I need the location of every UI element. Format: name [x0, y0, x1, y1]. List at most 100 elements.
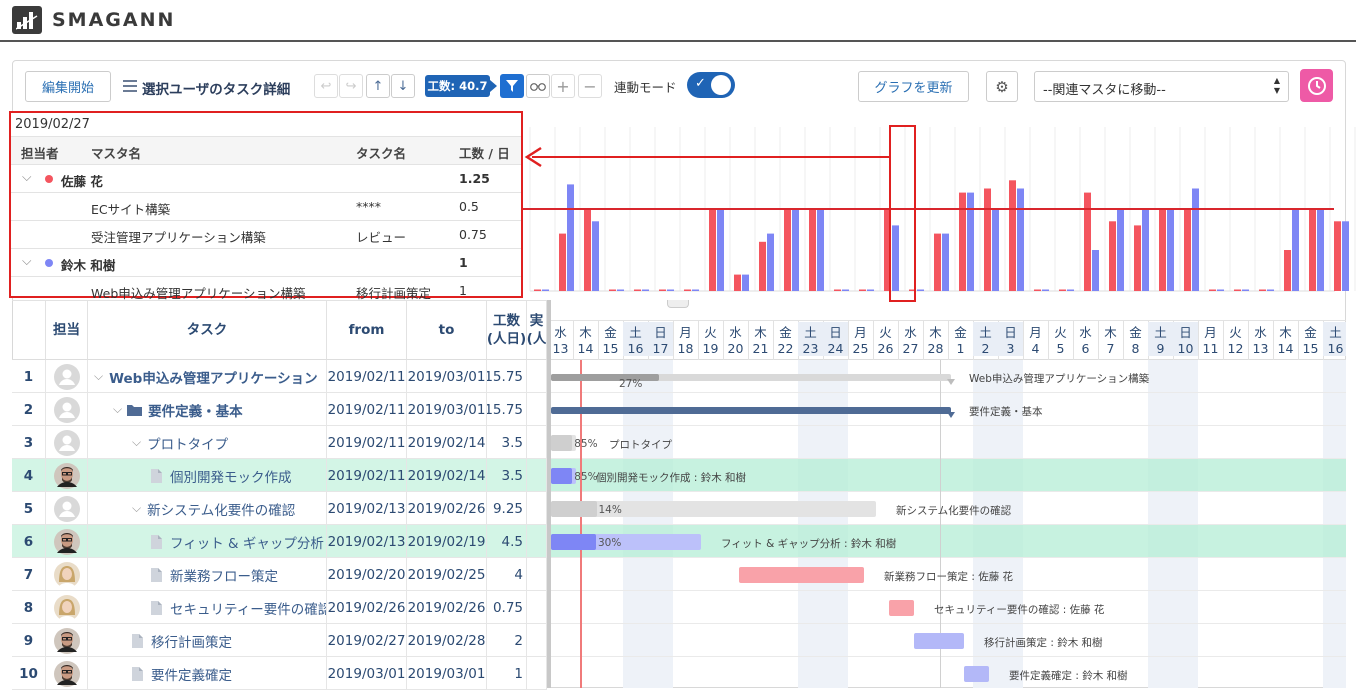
avatar	[46, 360, 88, 393]
day-label: 6	[1081, 341, 1090, 356]
gantt-bar[interactable]	[551, 468, 576, 484]
to-date: 2019/03/01	[407, 657, 487, 690]
weekday-label: 日	[823, 322, 848, 341]
chart-bar	[917, 289, 924, 291]
effort-value: 4.5	[487, 525, 527, 558]
popup-master-name: 受注管理アプリケーション構築	[91, 230, 266, 245]
chart-bar	[942, 233, 949, 291]
avatar	[46, 492, 88, 525]
chart-bar	[1067, 289, 1074, 291]
task-name[interactable]: 新業務フロー策定	[170, 565, 278, 585]
day-label: 26	[877, 341, 894, 356]
chart-bar	[934, 233, 941, 291]
gantt-bar-label: フィット & ギャップ分析 : 鈴木 和樹	[721, 538, 897, 550]
chart-bar	[584, 209, 591, 291]
gantt-bar[interactable]	[551, 407, 951, 414]
grid-header-task: タスク	[88, 300, 327, 360]
from-date: 2019/02/27	[327, 624, 407, 657]
chart-bar	[984, 188, 991, 291]
table-row[interactable]: 6 フィット & ギャップ分析 2019/02/13 2019/02/19 4.5	[12, 525, 547, 558]
gantt-bar[interactable]	[914, 633, 964, 649]
table-row[interactable]: 3 ⌵ プロトタイプ 2019/02/11 2019/02/14 3.5	[12, 426, 547, 459]
table-row[interactable]: 5 ⌵ 新システム化要件の確認 2019/02/13 2019/02/26 9.25	[12, 492, 547, 525]
day-label: 24	[823, 341, 848, 356]
collapse-chart-icon[interactable]: ^	[667, 300, 689, 308]
weekday-label: 土	[1148, 322, 1173, 341]
chevron-down-icon[interactable]: ⌵	[113, 402, 122, 417]
task-name[interactable]: Web申込み管理アプリケーション	[109, 367, 317, 387]
weekday-label: 土	[623, 322, 648, 341]
day-label: 3	[998, 341, 1023, 356]
chart-bar	[1242, 289, 1249, 291]
day-label: 12	[1227, 341, 1244, 356]
table-row[interactable]: 7 新業務フロー策定 2019/02/20 2019/02/25 4	[12, 558, 547, 591]
popup-task-name: レビュー	[356, 230, 407, 245]
chart-bar	[1234, 289, 1241, 291]
gantt-progress	[551, 534, 596, 550]
table-row[interactable]: 4 個別開発モック作成 2019/02/11 2019/02/14 3.5	[12, 459, 547, 492]
weekday-label: 土	[973, 322, 998, 341]
row-number: 5	[12, 492, 46, 525]
chart-bar	[792, 209, 799, 291]
to-date: 2019/02/26	[407, 492, 487, 525]
chart-bar	[759, 241, 766, 291]
weekday-label: 日	[1173, 322, 1198, 341]
table-row[interactable]: 10 要件定義確定 2019/03/01 2019/03/01 1	[12, 657, 547, 690]
chart-bar	[767, 233, 774, 291]
task-name[interactable]: 個別開発モック作成	[170, 466, 292, 486]
effort-value: 4	[487, 558, 527, 591]
weekday-label: 木	[754, 325, 767, 340]
actual-value	[527, 360, 547, 393]
popup-user-name: 佐藤 花	[61, 174, 103, 189]
gantt-bar[interactable]	[739, 567, 864, 583]
chart-bar	[1259, 289, 1266, 291]
task-cell: ⌵ Web申込み管理アプリケーション	[88, 360, 327, 393]
avatar	[46, 558, 88, 591]
weekday-label: 月	[1029, 325, 1042, 340]
chart-bar	[1009, 180, 1016, 291]
chart-bar	[634, 289, 641, 291]
chart-bar	[1284, 250, 1291, 291]
table-row[interactable]: 9 移行計画策定 2019/02/27 2019/02/28 2	[12, 624, 547, 657]
default-avatar-icon	[53, 429, 80, 456]
gantt-progress	[551, 435, 573, 451]
day-label: 25	[852, 341, 869, 356]
task-name[interactable]: プロトタイプ	[147, 433, 228, 453]
document-icon	[151, 567, 162, 582]
effort-value: 9.25	[487, 492, 527, 525]
popup-value: 1	[459, 283, 467, 298]
to-date: 2019/02/26	[407, 591, 487, 624]
weekday-label: 日	[998, 322, 1023, 341]
gantt-bar-label: 新業務フロー策定 : 佐藤 花	[884, 571, 1014, 583]
task-name[interactable]: フィット & ギャップ分析	[170, 532, 324, 552]
table-row[interactable]: 8 セキュリティー要件の確認 2019/02/26 2019/02/26 0.75	[12, 591, 547, 624]
row-divider	[551, 392, 1346, 393]
gantt-bar[interactable]	[551, 374, 951, 381]
chart-bar	[1317, 209, 1324, 291]
effort-value: 3.5	[487, 459, 527, 492]
chart-bar	[534, 289, 541, 291]
chevron-down-icon[interactable]: ⌵	[94, 369, 103, 384]
popup-header-cell: タスク名	[356, 146, 407, 161]
gantt-bar[interactable]	[551, 435, 576, 451]
task-name[interactable]: 要件定義・基本	[148, 400, 243, 420]
day-label: 16	[623, 341, 648, 356]
chevron-down-icon[interactable]: ⌵	[132, 501, 141, 516]
chart-bar	[542, 289, 549, 291]
gantt-bar[interactable]	[551, 534, 701, 550]
task-name[interactable]: セキュリティー要件の確認	[170, 598, 326, 618]
chevron-down-icon[interactable]: ⌵	[132, 435, 141, 450]
gantt-bar[interactable]	[964, 666, 989, 682]
table-row[interactable]: 2 ⌵ 要件定義・基本 2019/02/11 2019/03/01 15.75	[12, 393, 547, 426]
table-row[interactable]: 1 ⌵ Web申込み管理アプリケーション 2019/02/11 2019/03/01 15…	[12, 360, 547, 393]
task-name[interactable]: 移行計画策定	[151, 631, 232, 651]
chart-bar	[1109, 221, 1116, 291]
gantt-bar[interactable]	[889, 600, 914, 616]
chart-bar	[992, 209, 999, 291]
chevron-down-icon: ⌵	[22, 253, 32, 268]
day-label: 14	[1277, 341, 1294, 356]
task-name[interactable]: 新システム化要件の確認	[147, 499, 295, 519]
gantt-progress-label: 85%	[574, 471, 598, 483]
workload-popup: 2019/02/27 担当者 マスタ名 タスク名 工数 / 日 ⌵ 佐藤 花 1.25 ECサ…	[9, 111, 523, 301]
task-name[interactable]: 要件定義確定	[151, 664, 232, 684]
